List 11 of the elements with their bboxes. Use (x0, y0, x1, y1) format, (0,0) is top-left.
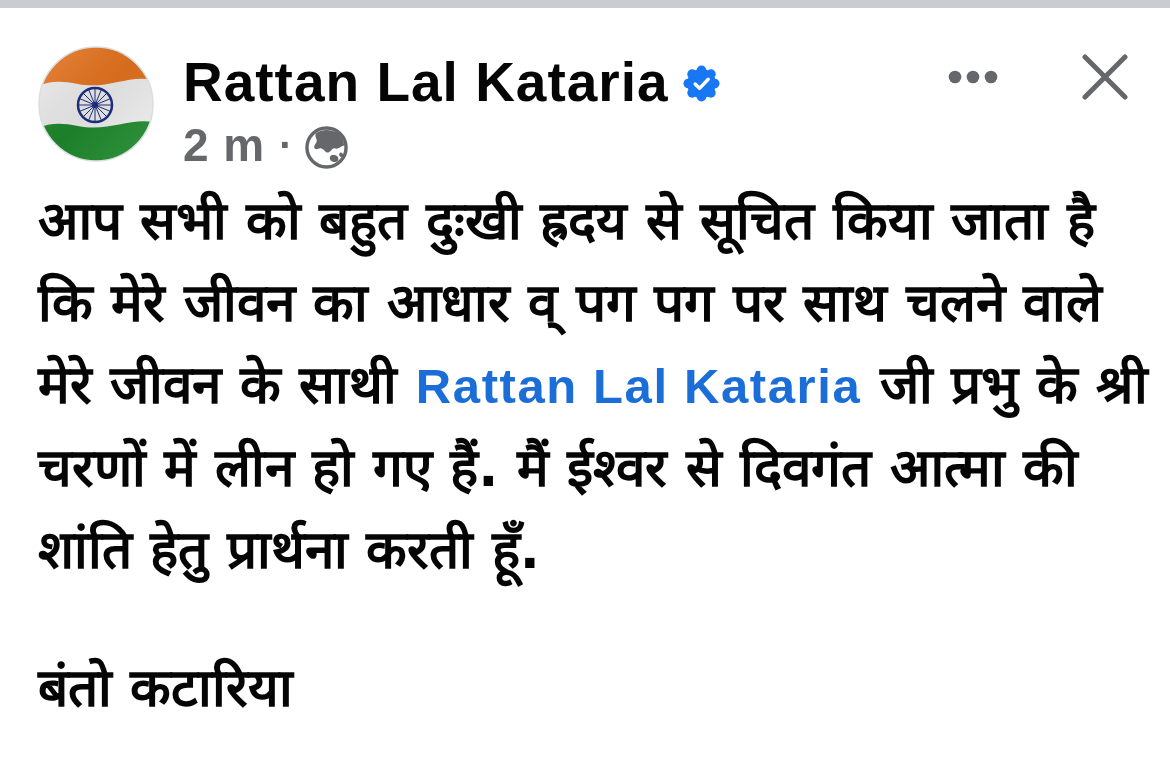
close-icon (1082, 54, 1128, 100)
post-text: बंतो कटारिया (38, 656, 296, 720)
close-button[interactable] (1082, 54, 1128, 100)
globe-icon (304, 125, 348, 169)
more-options-button[interactable] (948, 70, 998, 84)
meta-separator: · (279, 122, 293, 169)
post-text: आप सभी को बहुत दुःखी ह्रदय से सूचित किया जाता है कि मेरे जीवन का आधार व् पग पग पर साथ चलने वाले मेरे जीवन के साथी Rattan Lal Kataria जी प्रभु के श्री चरणों में लीन हो गए हैं. मैं ईश्वर से दिवगंत आत्मा की शांति हेतु प्रार्थना करती हूँ. (38, 180, 1156, 591)
post-time[interactable]: 2 m (183, 120, 266, 170)
author-name[interactable]: Rattan Lal Kataria (183, 50, 669, 114)
more-icon (948, 70, 998, 84)
profile-link[interactable]: Rattan Lal Kataria (415, 359, 862, 413)
